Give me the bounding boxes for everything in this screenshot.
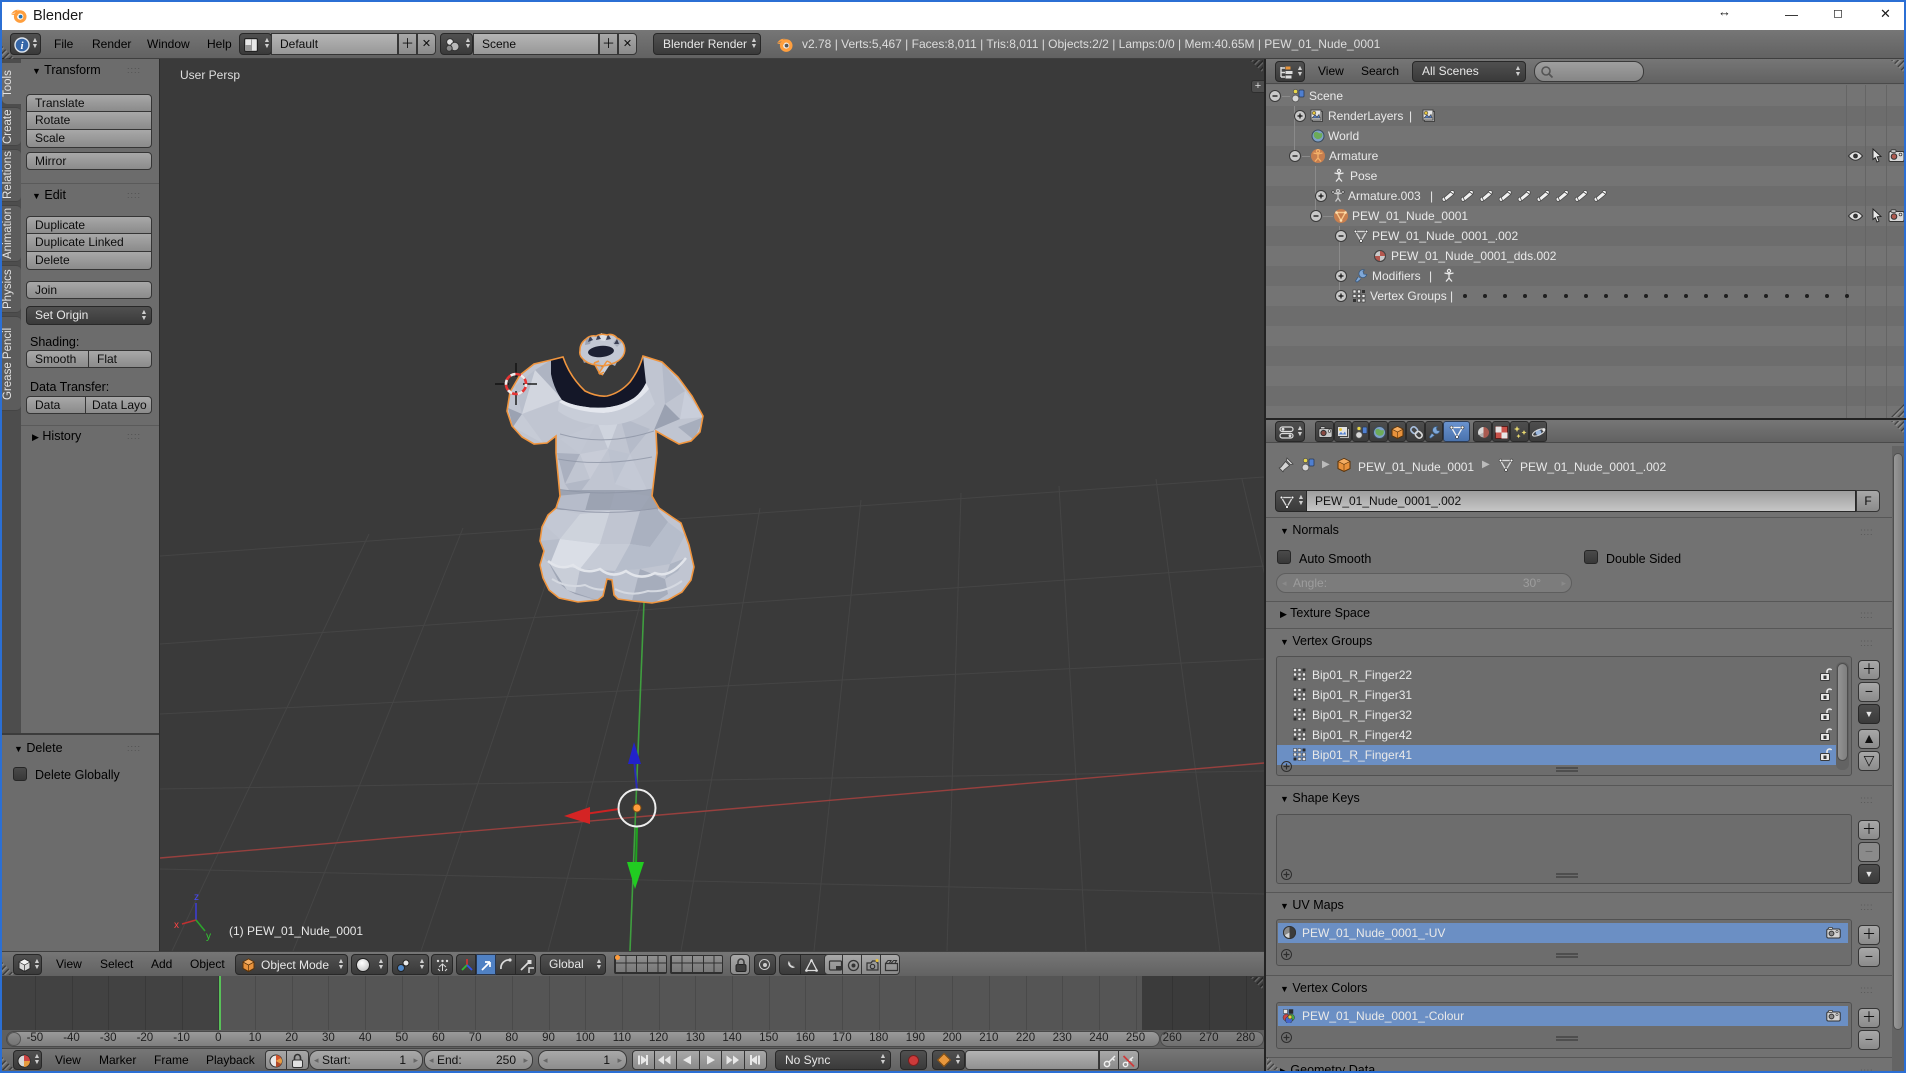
svg-text:z: z — [194, 892, 199, 903]
svg-text:y: y — [206, 931, 211, 942]
svg-text:x: x — [174, 920, 179, 931]
